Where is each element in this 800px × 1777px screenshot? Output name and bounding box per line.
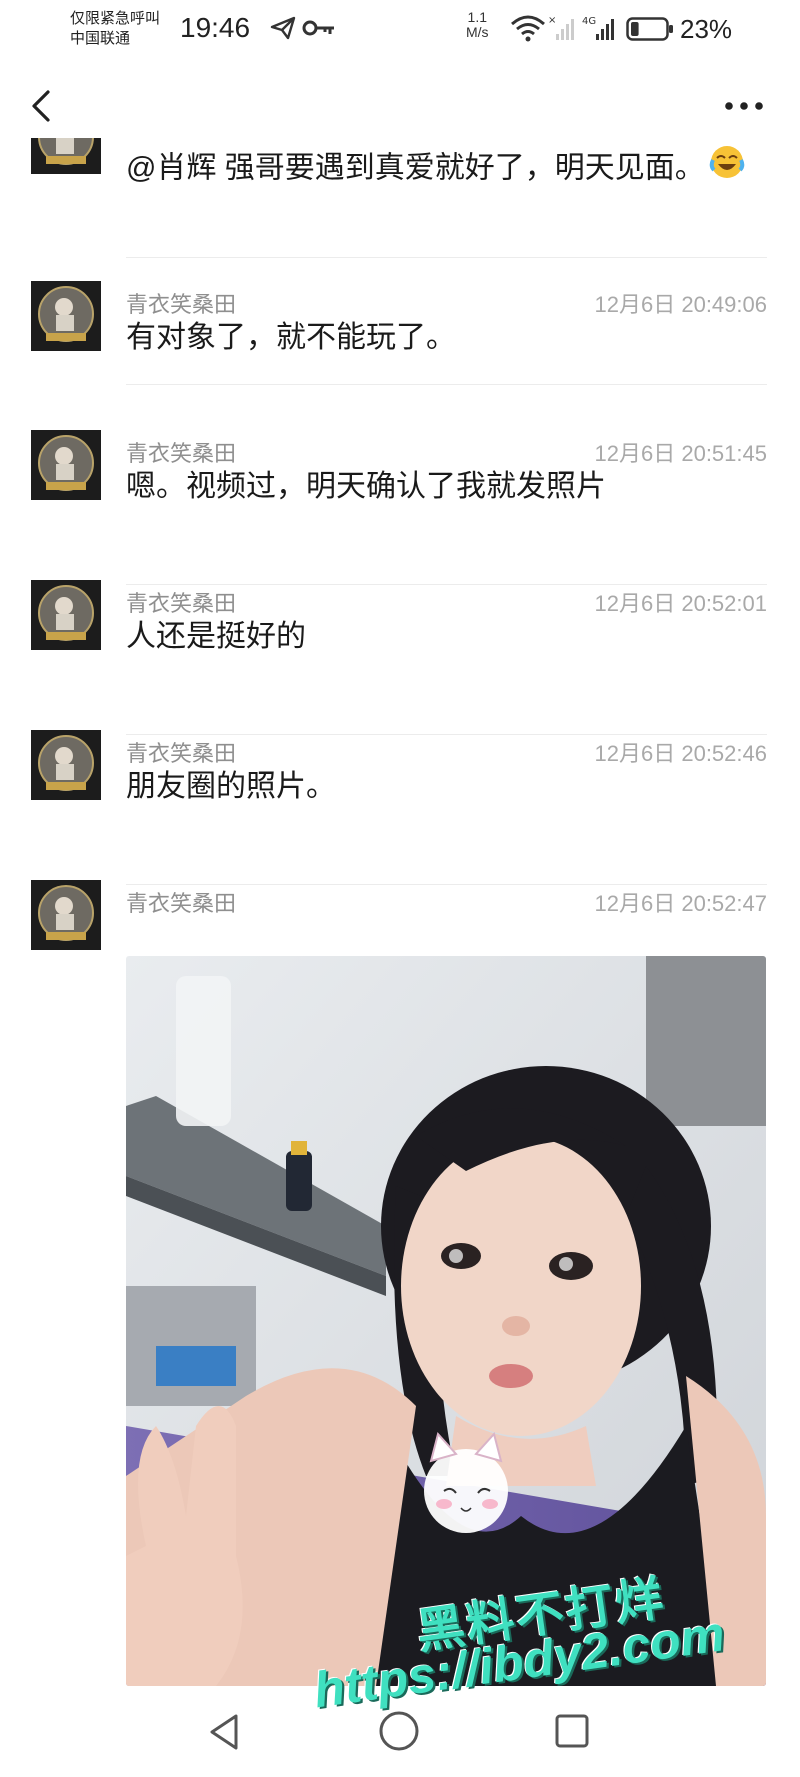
divider (126, 257, 767, 258)
signal-sim2-icon: 4G (582, 16, 614, 40)
network-type-label: 4G (582, 16, 596, 27)
triangle-back-icon (210, 1714, 238, 1750)
system-navigation-bar (0, 1688, 800, 1777)
nav-home-button[interactable] (376, 1708, 422, 1759)
avatar[interactable] (31, 880, 101, 950)
divider (126, 734, 767, 735)
network-speed-value: 1.1 (467, 9, 488, 25)
avatar-image (31, 580, 101, 650)
message-time: 12月6日 20:49:06 (594, 292, 767, 317)
chevron-left-icon (32, 90, 50, 122)
more-horizontal-icon (725, 102, 763, 110)
message-time: 12月6日 20:51:45 (594, 441, 767, 466)
avatar-image (31, 430, 101, 500)
network-speed: 1.1 M/s (466, 10, 489, 40)
circle-home-icon (379, 1711, 419, 1751)
avatar[interactable] (31, 730, 101, 800)
nav-recent-apps-button[interactable] (553, 1712, 591, 1755)
divider (126, 384, 767, 385)
message-time: 12月6日 20:52:46 (594, 741, 767, 766)
avatar-image (31, 281, 101, 351)
sender-name[interactable]: 青衣笑桑田 (126, 886, 236, 918)
message-time: 12月6日 20:52:01 (594, 591, 767, 616)
message-text: 人还是挺好的 (126, 620, 306, 653)
svg-text:×: × (548, 15, 556, 26)
square-recent-icon (555, 1714, 589, 1748)
message-text: @肖辉 强哥要遇到真爱就好了，明天见面。 (126, 151, 705, 185)
message-text: 嗯。视频过，明天确认了我就发照片 (126, 470, 606, 503)
avatar[interactable] (31, 580, 101, 650)
message-text: 朋友圈的照片。 (126, 770, 336, 803)
signal-sim1-icon: × (548, 15, 574, 40)
message-time: 12月6日 20:52:47 (594, 891, 767, 916)
telegram-send-icon (270, 16, 296, 40)
carrier-name: 中国联通 (70, 30, 131, 47)
divider (126, 584, 767, 585)
avatar-image (31, 730, 101, 800)
avatar-image (31, 880, 101, 950)
laughing-tears-emoji-icon (709, 144, 745, 195)
carrier-emergency-text: 仅限紧急呼叫 (70, 10, 161, 27)
battery-percentage: 23% (680, 14, 733, 44)
photo-image (126, 956, 766, 1686)
avatar[interactable] (31, 138, 101, 174)
battery-icon (626, 17, 673, 41)
message-photo[interactable] (126, 956, 766, 1686)
more-options-button[interactable] (720, 92, 768, 120)
wifi-icon (511, 15, 545, 42)
avatar[interactable] (31, 430, 101, 500)
network-speed-unit: M/s (466, 24, 489, 40)
key-icon (302, 20, 334, 36)
status-clock: 19:46 (180, 12, 251, 43)
top-bar (0, 62, 800, 154)
carrier-info: 仅限紧急呼叫 中国联通 (70, 9, 160, 49)
battery-fill (631, 22, 639, 36)
back-button[interactable] (22, 84, 66, 128)
message-text: 有对象了，就不能玩了。 (126, 321, 456, 354)
avatar[interactable] (31, 281, 101, 351)
divider (126, 884, 767, 885)
avatar-image (31, 138, 101, 174)
nav-back-button[interactable] (206, 1712, 242, 1757)
status-bar: 仅限紧急呼叫 中国联通 19:46 1.1 M/s × 4G 23% (0, 0, 800, 62)
